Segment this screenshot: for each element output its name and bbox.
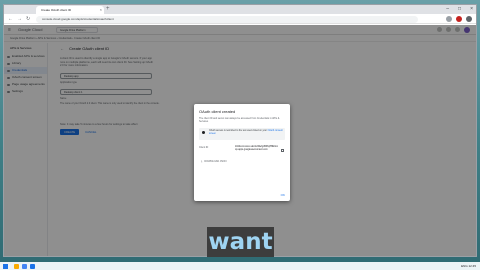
address-bar[interactable]: console.cloud.google.com/apis/credential… — [36, 15, 418, 23]
window-controls: – □ × — [446, 5, 473, 14]
windows-start-icon[interactable] — [3, 263, 8, 269]
file-explorer-icon[interactable] — [14, 263, 19, 269]
maximize-icon[interactable]: □ — [458, 5, 461, 14]
browser-toolbar: ← → ↻ console.cloud.google.com/apis/cred… — [4, 14, 476, 24]
extensions-icon[interactable] — [446, 16, 452, 22]
reload-icon[interactable]: ↻ — [26, 15, 30, 23]
download-json-label: DOWNLOAD JSON — [204, 159, 227, 163]
oauth-client-created-dialog: OAuth client created The client ID and s… — [194, 104, 290, 201]
edge-icon[interactable] — [30, 263, 35, 269]
back-icon[interactable]: ← — [8, 15, 13, 23]
info-message: OAuth access is restricted to the test u… — [209, 129, 267, 132]
console-page: ≡ Google Cloud Google Drive Platform Goo… — [4, 25, 476, 256]
client-id-label: Client ID — [199, 145, 209, 149]
info-box: OAuth access is restricted to the test u… — [199, 127, 285, 140]
ok-button[interactable]: OK — [281, 193, 285, 197]
tab-bar: Create OAuth client ID × + – □ × — [4, 5, 476, 14]
browser-menu-icon[interactable] — [466, 16, 472, 22]
minimize-icon[interactable]: – — [446, 5, 449, 14]
copy-icon[interactable] — [281, 148, 284, 152]
system-tray[interactable]: ENG 12:45 — [461, 262, 476, 270]
forward-icon[interactable]: → — [17, 15, 22, 23]
dialog-description: The client ID and secret can always be a… — [199, 117, 280, 124]
browser-tab[interactable]: Create OAuth client ID × — [36, 6, 104, 14]
client-id-value[interactable]: 1044xxxxxxxxx-abc123defg456hij789klmnop.… — [235, 146, 279, 152]
info-text: OAuth access is restricted to the test u… — [209, 130, 283, 136]
close-window-icon[interactable]: × — [470, 5, 473, 14]
download-icon: ⤓ — [201, 159, 203, 163]
chrome-icon[interactable] — [22, 263, 27, 269]
info-icon — [202, 130, 205, 134]
new-tab-button[interactable]: + — [106, 5, 110, 14]
dialog-title: OAuth client created — [199, 109, 236, 114]
toolbar-icons — [446, 15, 472, 22]
download-json-button[interactable]: ⤓ DOWNLOAD JSON — [201, 159, 290, 163]
video-caption: want — [207, 227, 274, 257]
client-id-row: Client ID 1044xxxxxxxxx-abc123defg456hij… — [199, 146, 285, 152]
browser-window: Create OAuth client ID × + – □ × ← → ↻ c… — [3, 4, 477, 257]
tab-close-icon[interactable]: × — [100, 6, 102, 14]
profile-icon[interactable] — [456, 16, 462, 22]
taskbar: ENG 12:45 — [0, 262, 480, 270]
tab-title: Create OAuth client ID — [41, 8, 72, 12]
